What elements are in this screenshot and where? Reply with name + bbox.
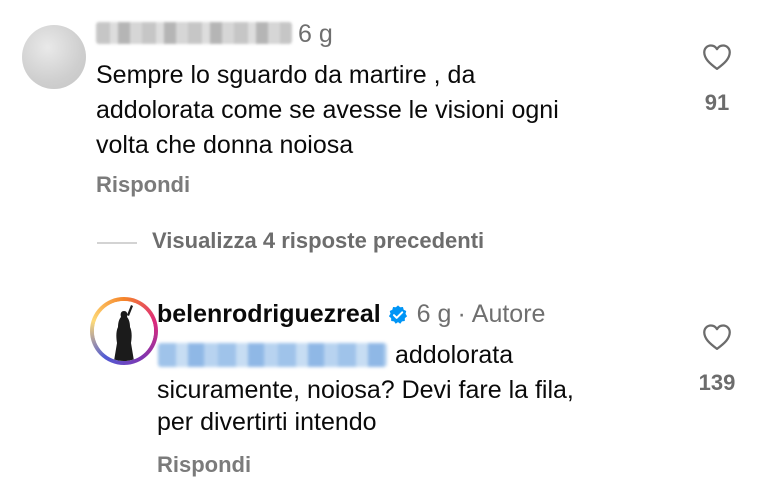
verified-badge-icon	[388, 304, 407, 324]
view-previous-replies-link[interactable]: Visualizza 4 risposte precedenti	[152, 228, 484, 254]
comment-text: Sempre lo sguardo da martire , da addolo…	[96, 58, 559, 163]
comment-time: 6 g	[298, 20, 333, 48]
author-avatar-image	[94, 301, 154, 361]
reply-text-line: sicuramente, noiosa? Devi fare la fila,	[157, 376, 574, 404]
reply-button[interactable]: Rispondi	[96, 172, 190, 198]
comment-text-line: Sempre lo sguardo da martire , da	[96, 61, 476, 89]
reply-button[interactable]: Rispondi	[157, 452, 251, 478]
mentioned-username-blurred[interactable]	[158, 343, 387, 367]
comment-text-line: volta che donna noiosa	[96, 131, 354, 159]
reply-text-line: per divertirti intendo	[157, 408, 377, 436]
heart-outline-icon[interactable]	[702, 43, 732, 71]
commenter-avatar[interactable]	[22, 25, 86, 89]
author-username[interactable]: belenrodriguezreal	[157, 300, 381, 329]
reply-text-line: addolorata	[395, 341, 514, 369]
like-count: 91	[704, 90, 730, 115]
comment-text-line: addolorata come se avesse le visioni ogn…	[96, 96, 559, 124]
reply-header: belenrodriguezreal 6 g · Autore	[157, 300, 545, 329]
like-count: 139	[698, 370, 736, 395]
author-badge: Autore	[471, 300, 546, 328]
author-avatar[interactable]	[90, 297, 158, 365]
replies-divider-line	[97, 242, 137, 244]
reply-time: 6 g	[416, 300, 452, 328]
author-silhouette-icon	[94, 301, 154, 361]
heart-outline-icon[interactable]	[702, 323, 732, 351]
meta-separator: ·	[457, 300, 466, 328]
commenter-username-blurred[interactable]	[96, 22, 292, 44]
